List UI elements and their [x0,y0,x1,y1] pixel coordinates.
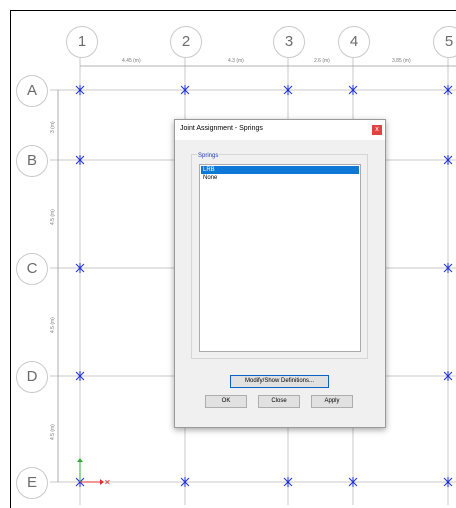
grid-bubble-col-4: 4 [338,26,370,58]
joint-assignment-springs-dialog: Joint Assignment - Springs x Springs LRB… [174,119,386,428]
row-spacing-label: 4.5 (m) [50,424,56,440]
column-spacing-label: 4.3 (m) [228,58,244,64]
apply-button[interactable]: Apply [311,395,353,408]
close-button[interactable]: Close [258,395,300,408]
dialog-titlebar[interactable]: Joint Assignment - Springs x [175,120,385,140]
grid-bubble-row-B: B [16,145,48,177]
list-item-lrb[interactable]: LRB [201,166,359,174]
row-spacing-label: 4.5 (m) [50,317,56,333]
springs-listbox[interactable]: LRB None [199,164,361,352]
row-spacing-label: 4.5 (m) [50,209,56,225]
row-spacing-label: 3 (m) [50,121,56,133]
ok-button[interactable]: OK [205,395,247,408]
grid-bubble-row-C: C [16,253,48,285]
x-axis-label: ✕ [104,478,111,487]
column-spacing-label: 2.6 (m) [314,58,330,64]
grid-bubble-col-3: 3 [273,26,305,58]
column-spacing-label: 4.45 (m) [122,58,141,64]
springs-group-label: Springs [197,153,220,159]
column-spacing-label: 3.85 (m) [392,58,411,64]
grid-bubble-row-A: A [16,75,48,107]
close-icon[interactable]: x [372,125,382,135]
grid-bubble-row-D: D [16,361,48,393]
list-item-none[interactable]: None [201,174,359,182]
axis-triad: ✕ [77,458,111,487]
grid-bubble-row-E: E [16,467,48,499]
dialog-title: Joint Assignment - Springs [180,125,263,132]
grid-bubble-col-2: 2 [170,26,202,58]
y-axis-arrowhead [77,458,83,462]
grid-bubble-col-1: 1 [66,26,98,58]
modify-show-definitions-button[interactable]: Modify/Show Definitions... [230,375,329,388]
